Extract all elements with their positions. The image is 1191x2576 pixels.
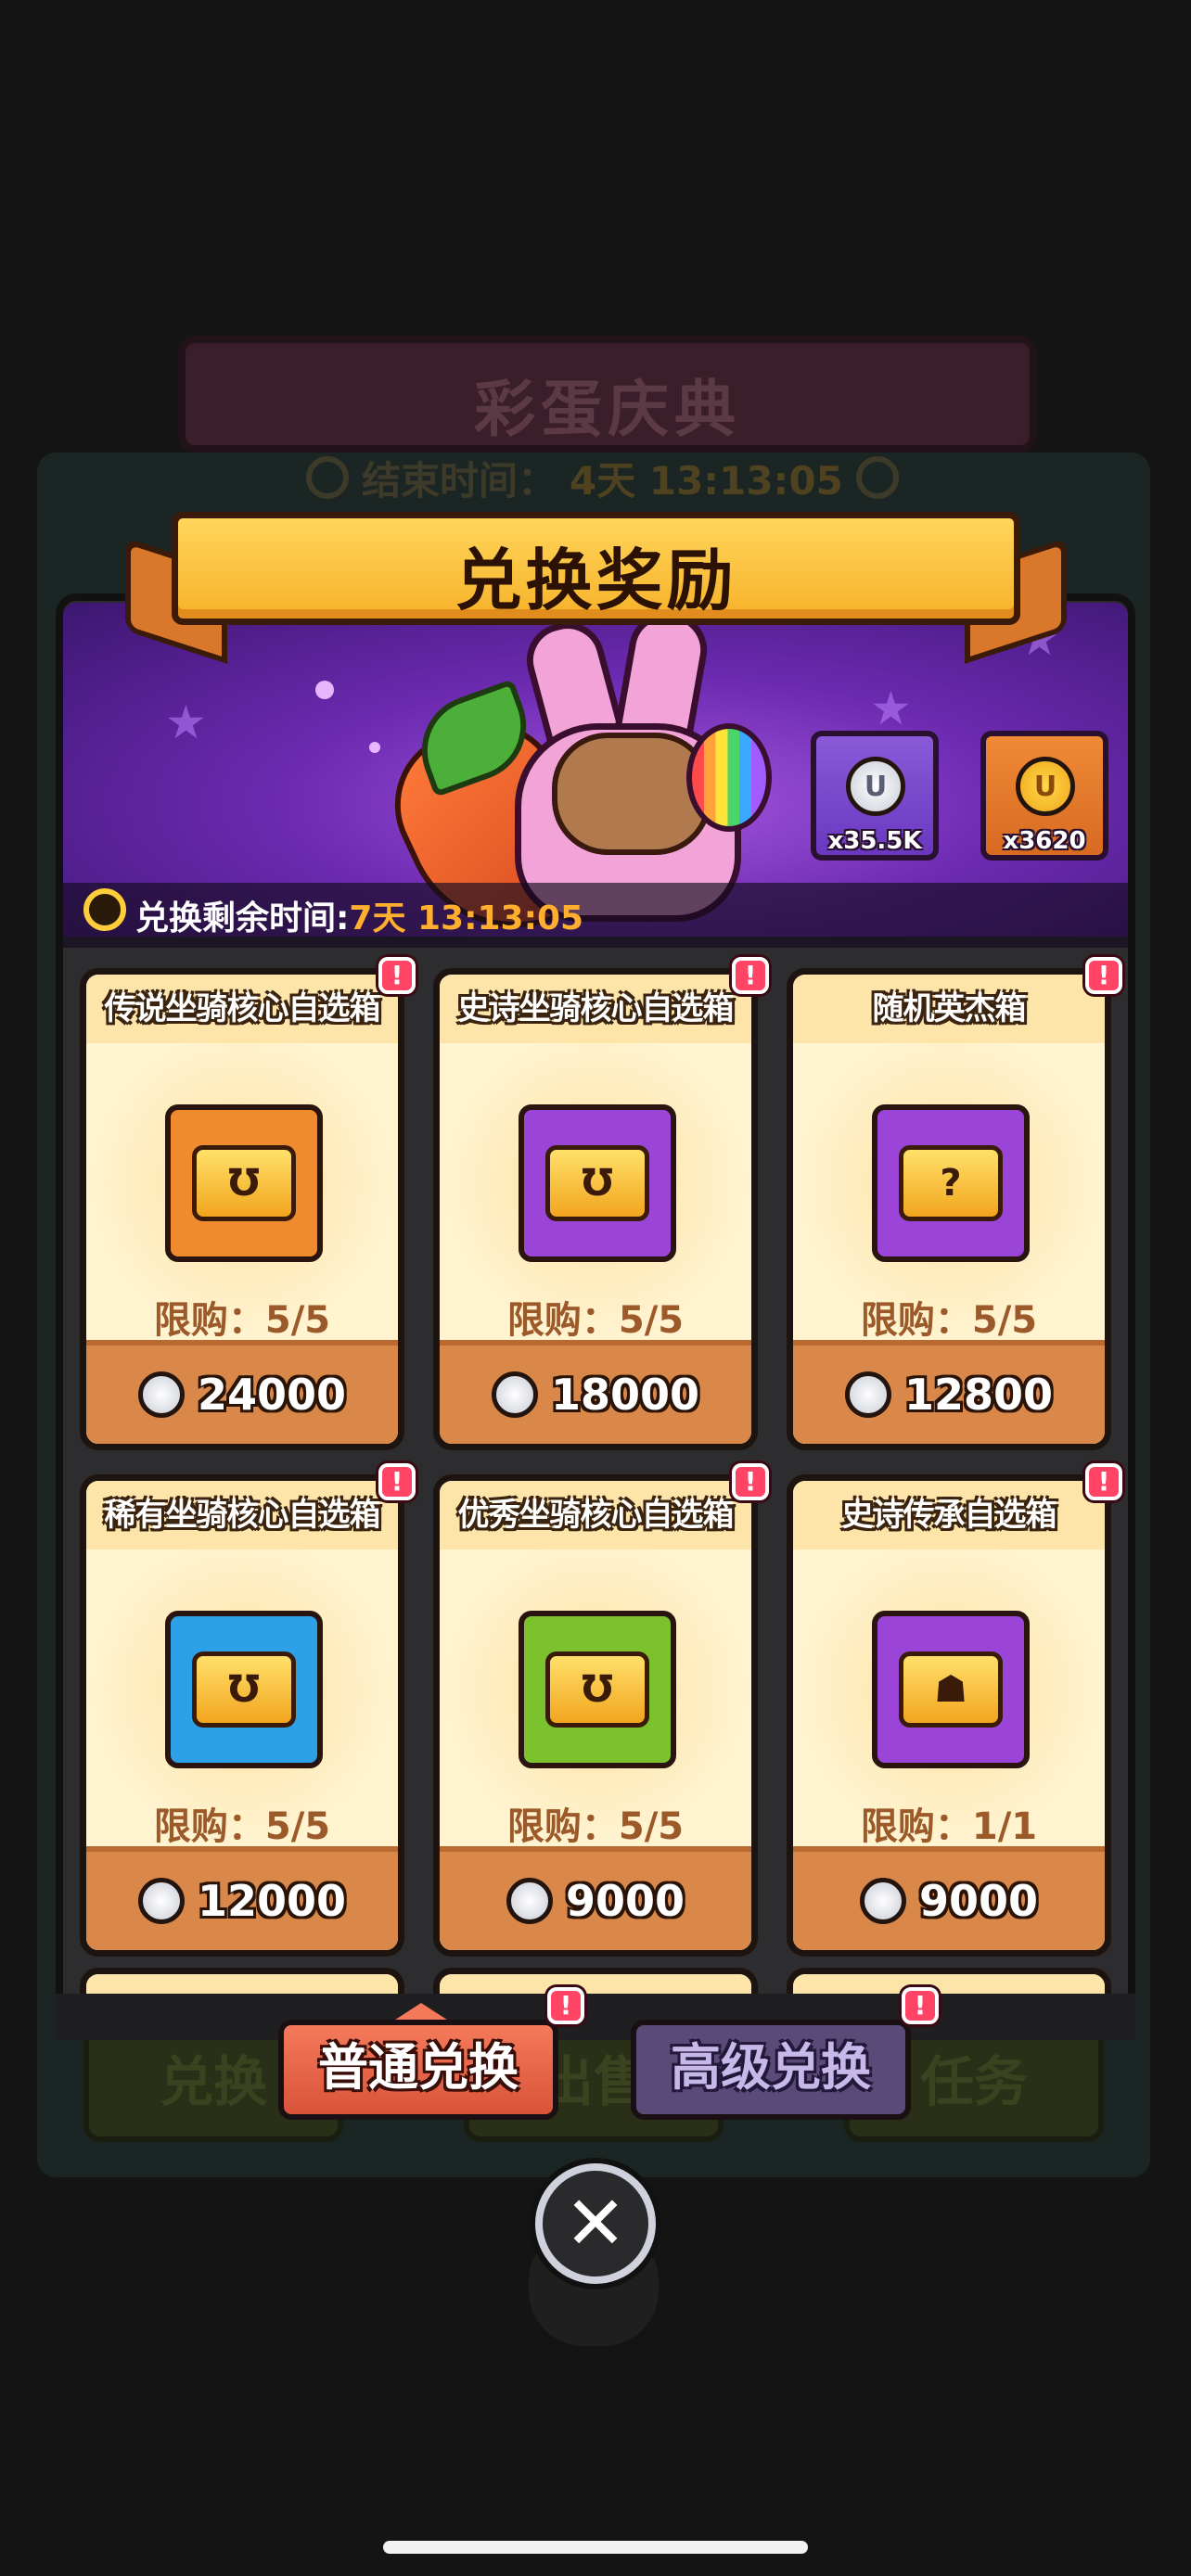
close-button[interactable]: ✕ (535, 2163, 656, 2284)
gold-currency-amount: x3620 (1003, 827, 1086, 855)
end-time-label: 结束时间： (362, 457, 557, 504)
sparkle-dot (315, 681, 334, 699)
chest-frame: Ʊ (165, 1611, 323, 1768)
chest-frame: Ʊ (519, 1611, 676, 1768)
purchase-limit: 限购：5/5 (506, 1805, 685, 1848)
price-button[interactable]: 18000 (440, 1340, 751, 1444)
event-title: 彩蛋庆典 (474, 374, 741, 445)
title-ribbon: 兑换奖励 (172, 512, 1020, 625)
new-item-badge: ! (378, 957, 416, 994)
item-card[interactable]: 稀有坐骑核心自选箱 Ʊ 限购：5/5 12000 (80, 1474, 404, 1957)
item-title: 随机英杰箱 (793, 975, 1105, 1043)
chest-frame: Ʊ (165, 1104, 323, 1262)
star-sparkle-icon: ★ (870, 682, 912, 735)
silver-currency-amount: x35.5K (827, 827, 922, 855)
price-value: 9000 (918, 1876, 1039, 1926)
item-title: 稀有坐骑核心自选箱 (86, 1481, 398, 1549)
purchase-limit: 限购：5/5 (153, 1805, 331, 1848)
horseshoe-chest-icon: Ʊ (545, 1651, 649, 1728)
new-item-badge: ! (378, 1463, 416, 1500)
sparkle-dot (369, 742, 380, 753)
item-title: 史诗传承自选箱 (793, 1481, 1105, 1549)
item-card[interactable]: 优秀坐骑核心自选箱 Ʊ 限购：5/5 9000 (433, 1474, 758, 1957)
tab-normal-exchange[interactable]: 普通兑换 (278, 2020, 558, 2120)
horseshoe-chest-icon: Ʊ (545, 1145, 649, 1221)
tab-advanced-exchange[interactable]: 高级兑换 (631, 2020, 911, 2120)
mystery-chest-icon: ? (899, 1145, 1003, 1221)
item-title: 传说坐骑核心自选箱 (86, 975, 398, 1043)
purchase-limit: 限购：5/5 (860, 1299, 1038, 1342)
horseshoe-chest-icon: Ʊ (192, 1651, 296, 1728)
stopwatch-icon (306, 456, 349, 499)
silver-rabbit-coin-icon: ᑌ (846, 757, 905, 816)
event-end-timer: 结束时间： 4天 13:13:05 (306, 445, 899, 510)
purchase-limit: 限购：5/5 (153, 1299, 331, 1342)
purchase-limit: 限购：5/5 (506, 1299, 685, 1342)
event-banner: 彩蛋庆典 (186, 343, 1030, 445)
price-value: 24000 (197, 1370, 347, 1420)
price-value: 18000 (550, 1370, 700, 1420)
price-button[interactable]: 12800 (793, 1340, 1105, 1444)
new-item-badge: ! (1085, 1463, 1122, 1500)
silver-rabbit-coin-icon (137, 1878, 185, 1924)
remaining-time: 兑换剩余时间: 7天 13:13:05 (135, 892, 583, 938)
horseshoe-chest-icon: Ʊ (192, 1145, 296, 1221)
end-time-value: 4天 13:13:05 (570, 457, 843, 504)
tab-bar-shade (56, 1994, 1135, 2040)
remaining-time-value: 7天 13:13:05 (349, 899, 584, 937)
stopwatch-icon (83, 888, 126, 931)
item-card[interactable]: 史诗坐骑核心自选箱 Ʊ 限购：5/5 18000 (433, 968, 758, 1450)
new-item-badge: ! (1085, 957, 1122, 994)
item-title: 史诗坐骑核心自选箱 (440, 975, 751, 1043)
item-card[interactable]: 传说坐骑核心自选箱 Ʊ 限购：5/5 24000 (80, 968, 404, 1450)
question-icon (855, 456, 899, 499)
item-grid: 传说坐骑核心自选箱 Ʊ 限购：5/5 24000! 史诗坐骑核心自选箱 Ʊ 限购：5/5 18… (63, 948, 1128, 1997)
price-value: 9000 (565, 1876, 685, 1926)
price-button[interactable]: 12000 (86, 1846, 398, 1950)
price-button[interactable]: 9000 (793, 1846, 1105, 1950)
item-title: 优秀坐骑核心自选箱 (440, 1481, 751, 1549)
silver-rabbit-coin-icon (844, 1371, 891, 1418)
price-button[interactable]: 9000 (440, 1846, 751, 1950)
item-card[interactable]: 史诗传承自选箱 ☗ 限购：1/1 9000 (787, 1474, 1111, 1957)
tab-normal-badge: ! (547, 1987, 584, 2024)
home-indicator[interactable] (383, 2541, 808, 2554)
chest-frame: ☗ (872, 1611, 1030, 1768)
purchase-limit: 限购：1/1 (860, 1805, 1038, 1848)
cat-emblem-chest-icon: ☗ (899, 1651, 1003, 1728)
price-button[interactable]: 24000 (86, 1340, 398, 1444)
new-item-badge: ! (732, 1463, 769, 1500)
item-card[interactable]: 随机英杰箱? 限购：5/5 12800 (787, 968, 1111, 1450)
silver-rabbit-coin-icon (491, 1371, 538, 1418)
price-value: 12800 (903, 1370, 1054, 1420)
star-sparkle-icon: ★ (165, 695, 207, 749)
remaining-time-label: 兑换剩余时间: (135, 899, 350, 937)
chest-frame: ? (872, 1104, 1030, 1262)
panel-title: 兑换奖励 (455, 542, 737, 619)
new-item-badge: ! (732, 957, 769, 994)
silver-currency-box[interactable]: ᑌ x35.5K (811, 731, 939, 861)
silver-rabbit-coin-icon (506, 1878, 553, 1924)
price-value: 12000 (197, 1876, 347, 1926)
close-icon: ✕ (564, 2180, 627, 2266)
rainbow-egg-illustration (686, 723, 772, 832)
gold-currency-box[interactable]: ᑌ x3620 (980, 731, 1108, 861)
tab-advanced-badge: ! (902, 1987, 939, 2024)
silver-rabbit-coin-icon (137, 1371, 185, 1418)
chest-frame: Ʊ (519, 1104, 676, 1262)
silver-rabbit-coin-icon (859, 1878, 906, 1924)
gold-rabbit-coin-icon: ᑌ (1016, 757, 1075, 816)
